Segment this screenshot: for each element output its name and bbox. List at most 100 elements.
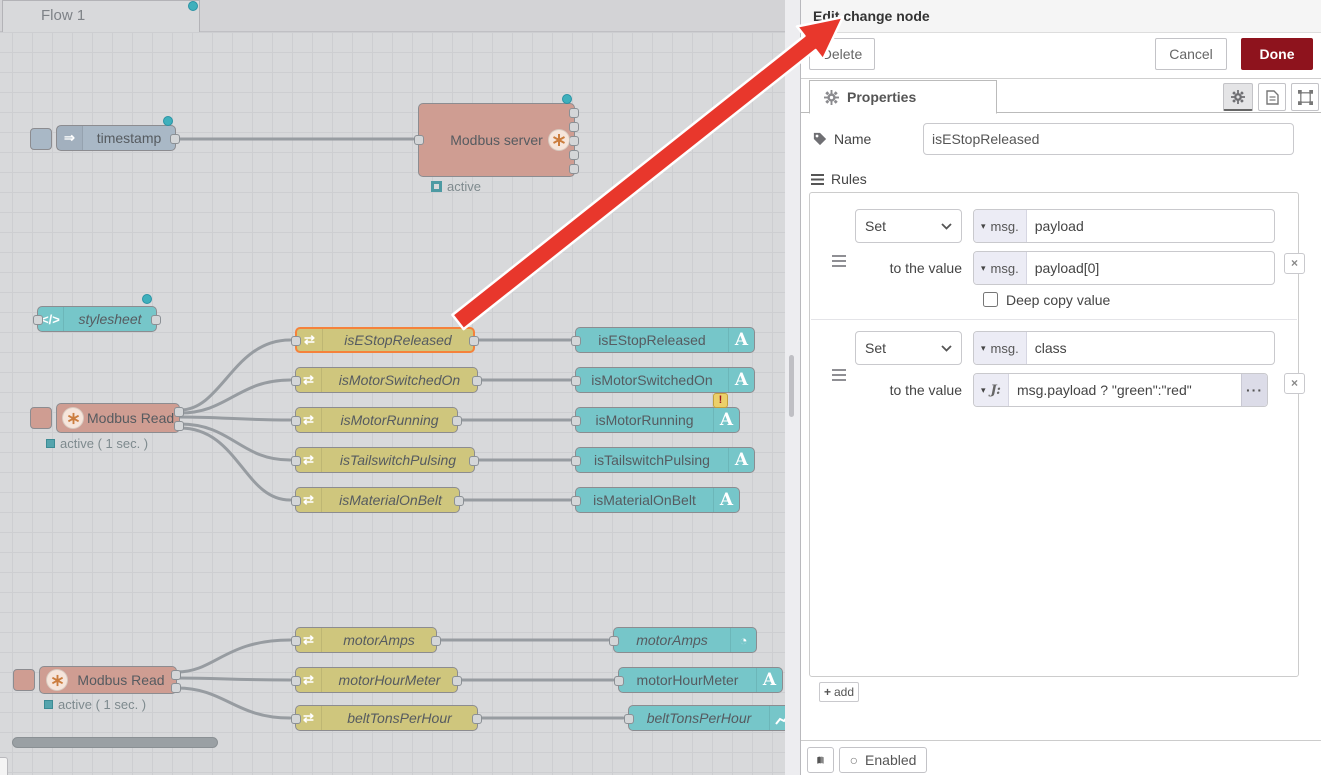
input-port[interactable] xyxy=(291,714,301,724)
remove-rule-button[interactable]: × xyxy=(1284,253,1305,274)
node-text-isMotorSwitchedOn[interactable]: isMotorSwitchedOn A xyxy=(575,367,755,393)
input-port[interactable] xyxy=(291,676,301,686)
input-port[interactable] xyxy=(614,676,624,686)
description-icon-button[interactable] xyxy=(1258,83,1286,111)
node-text-isMaterialOnBelt[interactable]: isMaterialOnBelt A xyxy=(575,487,740,513)
input-port[interactable] xyxy=(624,714,634,724)
output-port[interactable] xyxy=(569,122,579,132)
done-button[interactable]: Done xyxy=(1241,38,1313,70)
inject-button[interactable] xyxy=(30,128,52,150)
output-port[interactable] xyxy=(170,134,180,144)
input-port[interactable] xyxy=(571,496,581,506)
node-ui-motorAmps[interactable]: motorAmps ◔ xyxy=(613,627,757,653)
rule-action-select[interactable]: Set xyxy=(855,331,962,365)
input-port[interactable] xyxy=(291,456,301,466)
wire[interactable] xyxy=(177,640,290,672)
add-rule-button[interactable]: + add xyxy=(819,682,859,702)
rule-action-select[interactable]: Set xyxy=(855,209,962,243)
node-modbus-read-2[interactable]: Modbus Read xyxy=(39,666,177,694)
input-port[interactable] xyxy=(291,376,301,386)
type-select-expression[interactable]: ▾ J: xyxy=(974,374,1009,406)
vertical-scrollbar[interactable] xyxy=(789,355,794,417)
remove-rule-button[interactable]: × xyxy=(1284,373,1305,394)
output-port[interactable] xyxy=(469,336,479,346)
input-port[interactable] xyxy=(33,315,43,325)
output-port[interactable] xyxy=(469,456,479,466)
type-select-msg[interactable]: ▾ msg. xyxy=(974,332,1027,364)
node-timestamp[interactable]: ⇒ timestamp xyxy=(56,125,176,151)
modbus-read-button[interactable] xyxy=(30,407,52,429)
rule-property-input[interactable]: ▾ msg. payload xyxy=(973,209,1275,243)
node-text-isTailswitchPulsing[interactable]: isTailswitchPulsing A xyxy=(575,447,755,473)
delete-button[interactable]: Delete xyxy=(809,38,875,70)
wire[interactable] xyxy=(180,380,290,413)
modbus-read-button[interactable] xyxy=(13,669,35,691)
node-change-isTailswitchPulsing[interactable]: ⇄ isTailswitchPulsing xyxy=(295,447,475,473)
input-port[interactable] xyxy=(571,456,581,466)
node-text-isEStopReleased[interactable]: isEStopReleased A xyxy=(575,327,755,353)
input-port[interactable] xyxy=(291,336,301,346)
node-change-motorAmps[interactable]: ⇄ motorAmps xyxy=(295,627,437,653)
input-port[interactable] xyxy=(571,416,581,426)
expand-editor-button[interactable]: ··· xyxy=(1241,374,1267,406)
type-select-msg[interactable]: ▾ msg. xyxy=(974,210,1027,242)
horizontal-scrollbar[interactable] xyxy=(12,737,218,748)
output-port[interactable] xyxy=(452,416,462,426)
name-input[interactable] xyxy=(923,123,1294,155)
output-port[interactable] xyxy=(569,136,579,146)
input-port[interactable] xyxy=(571,376,581,386)
node-info-button[interactable] xyxy=(807,747,834,773)
node-change-isMotorRunning[interactable]: ⇄ isMotorRunning xyxy=(295,407,458,433)
wire[interactable] xyxy=(180,340,290,410)
wire[interactable] xyxy=(180,424,290,460)
properties-icon-button[interactable] xyxy=(1223,83,1253,111)
node-change-isMotorSwitchedOn[interactable]: ⇄ isMotorSwitchedOn xyxy=(295,367,478,393)
rule-property-input[interactable]: ▾ msg. class xyxy=(973,331,1275,365)
output-port[interactable] xyxy=(431,636,441,646)
output-port[interactable] xyxy=(171,683,181,693)
output-port[interactable] xyxy=(569,164,579,174)
output-port[interactable] xyxy=(454,496,464,506)
rule-value-input[interactable]: ▾ msg. payload[0] xyxy=(973,251,1275,285)
node-ui-beltTonsPerHour[interactable]: beltTonsPerHour xyxy=(628,705,785,731)
wire[interactable] xyxy=(180,428,290,500)
flow-canvas[interactable]: Flow 1 ⇒ timestamp xyxy=(0,0,785,775)
node-modbus-server[interactable]: Modbus server xyxy=(418,103,575,177)
wire[interactable] xyxy=(177,688,290,718)
tab-properties[interactable]: Properties xyxy=(809,80,997,114)
node-modbus-read-1[interactable]: Modbus Read xyxy=(56,403,180,433)
wire[interactable] xyxy=(180,417,290,420)
input-port[interactable] xyxy=(291,416,301,426)
type-select-msg[interactable]: ▾ msg. xyxy=(974,252,1027,284)
node-change-isEStopReleased[interactable]: ⇄ isEStopReleased xyxy=(295,327,475,353)
tab-flow-1[interactable]: Flow 1 xyxy=(2,0,200,32)
rule-value-input[interactable]: ▾ J: msg.payload ? "green":"red" ··· xyxy=(973,373,1268,407)
node-change-motorHourMeter[interactable]: ⇄ motorHourMeter xyxy=(295,667,458,693)
enabled-toggle-button[interactable]: ○ Enabled xyxy=(839,747,927,773)
node-change-isMaterialOnBelt[interactable]: ⇄ isMaterialOnBelt xyxy=(295,487,460,513)
output-port[interactable] xyxy=(174,421,184,431)
deep-copy-checkbox[interactable] xyxy=(983,292,998,307)
input-port[interactable] xyxy=(291,496,301,506)
node-text-isMotorRunning[interactable]: isMotorRunning A xyxy=(575,407,740,433)
input-port[interactable] xyxy=(414,135,424,145)
tray-resize-gutter[interactable] xyxy=(785,0,800,775)
output-port[interactable] xyxy=(151,315,161,325)
node-ui-motorHourMeter[interactable]: motorHourMeter A xyxy=(618,667,783,693)
output-port[interactable] xyxy=(472,376,482,386)
output-port[interactable] xyxy=(174,407,184,417)
appearance-icon-button[interactable] xyxy=(1291,83,1319,111)
output-port[interactable] xyxy=(569,108,579,118)
input-port[interactable] xyxy=(291,636,301,646)
output-port[interactable] xyxy=(472,714,482,724)
output-port[interactable] xyxy=(569,150,579,160)
flow-changed-dot xyxy=(188,1,198,11)
output-port[interactable] xyxy=(452,676,462,686)
cancel-button[interactable]: Cancel xyxy=(1155,38,1227,70)
wire[interactable] xyxy=(177,678,290,680)
input-port[interactable] xyxy=(609,636,619,646)
node-change-beltTonsPerHour[interactable]: ⇄ beltTonsPerHour xyxy=(295,705,478,731)
input-port[interactable] xyxy=(571,336,581,346)
node-stylesheet[interactable]: </> stylesheet xyxy=(37,306,157,332)
output-port[interactable] xyxy=(171,670,181,680)
